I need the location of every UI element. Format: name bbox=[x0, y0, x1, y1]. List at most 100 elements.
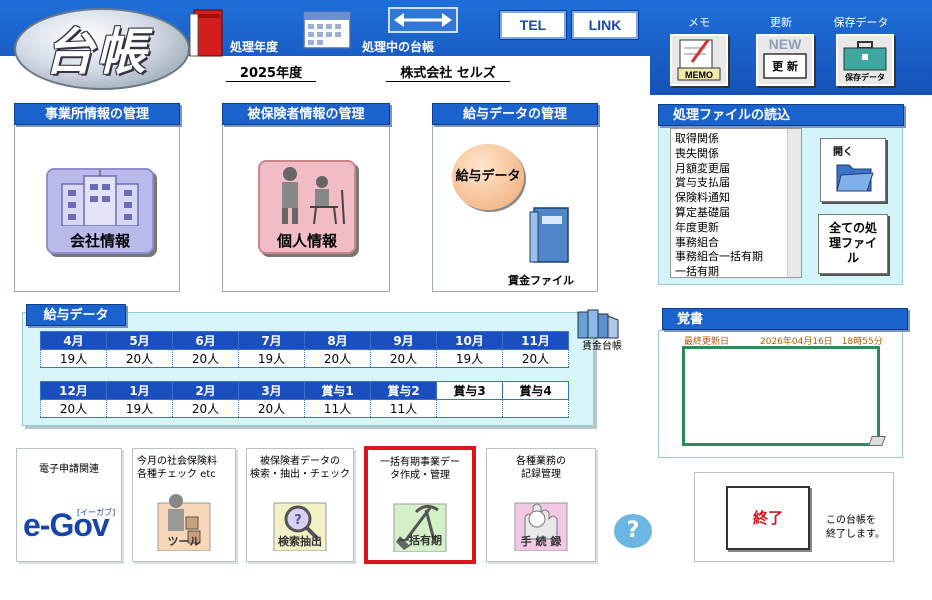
file-list-item[interactable]: 事務組合一括有期 bbox=[671, 250, 801, 265]
ledger-book-icon[interactable] bbox=[188, 8, 228, 58]
current-ledger-value: 株式会社 セルズ bbox=[386, 62, 510, 82]
row1-month-header[interactable]: 6月 bbox=[172, 331, 239, 350]
file-load-title: 処理ファイルの読込 bbox=[658, 104, 904, 126]
row2-month-header[interactable]: 3月 bbox=[238, 381, 305, 400]
row2-month-header[interactable]: 1月 bbox=[106, 381, 173, 400]
update-icon-text: 更 新 bbox=[772, 59, 798, 73]
personal-info-button[interactable]: 個人情報 bbox=[258, 160, 356, 254]
file-list-item[interactable]: 取得関係 bbox=[671, 132, 801, 147]
wage-file-label: 賃金ファイル bbox=[508, 274, 574, 287]
update-new-icon: NEW 更 新 bbox=[763, 36, 807, 79]
help-button[interactable]: ? bbox=[614, 514, 652, 548]
row2-month-count[interactable]: 11人 bbox=[370, 399, 437, 418]
search-extract-card[interactable]: 被保険者データの 検索・抽出・チェック ? 検索抽出 bbox=[246, 448, 354, 562]
row2-month-count[interactable]: 20人 bbox=[172, 399, 239, 418]
memo-textarea[interactable] bbox=[682, 346, 880, 446]
bulk-term-label: 一括有期 bbox=[398, 534, 442, 547]
salary-data-title: 給与データ bbox=[26, 304, 126, 326]
salary-mgmt-panel-title: 給与データの管理 bbox=[432, 103, 598, 125]
double-arrow-icon bbox=[394, 13, 452, 27]
wage-ledger-icon[interactable] bbox=[574, 306, 620, 340]
salary-data-button[interactable]: 給与データ bbox=[452, 144, 524, 210]
end-description: この台帳を 終了します。 bbox=[826, 515, 885, 540]
procedure-log-label: 手 続 録 bbox=[520, 535, 562, 548]
calendar-icon[interactable] bbox=[302, 10, 352, 50]
all-files-button[interactable]: 全ての処 理ファイル bbox=[818, 214, 888, 274]
file-list[interactable]: 取得関係 喪失関係 月額変更届 賞与支払届 保険料通知 算定基礎届 年度更新 事務組合 事務組合… bbox=[670, 128, 802, 278]
search-extract-label: 検索抽出 bbox=[278, 535, 322, 548]
app-window: 台帳 処理年度 2025年度 処理中の台帳 株式会社 セルズ TEL LINK … bbox=[0, 0, 932, 600]
row2-month-count[interactable]: 11人 bbox=[304, 399, 371, 418]
row1-month-header[interactable]: 4月 bbox=[40, 331, 107, 350]
row1-month-header[interactable]: 7月 bbox=[238, 331, 305, 350]
egov-card[interactable]: 電子申請関連 e-Gov [イーガブ] bbox=[16, 448, 122, 562]
row1-month-count[interactable]: 20人 bbox=[370, 349, 437, 368]
folder-open-icon bbox=[836, 164, 874, 192]
procedure-log-card[interactable]: 各種業務の 記録管理 手 続 録 bbox=[486, 448, 596, 562]
row1-month-count[interactable]: 20人 bbox=[172, 349, 239, 368]
save-data-button[interactable]: 保存データ bbox=[836, 34, 894, 86]
row2-month-count[interactable]: 20人 bbox=[40, 399, 107, 418]
building-icon bbox=[61, 164, 139, 227]
file-list-scrollbar[interactable] bbox=[787, 129, 801, 277]
company-info-button[interactable]: 会社情報 bbox=[46, 164, 154, 254]
salary-table-row2: 12月 1月 2月 3月 賞与1 賞与2 賞与3 賞与4 20人 19人 20人 20人 11人 11人 bbox=[40, 381, 569, 418]
search-extract-title: 被保険者データの 検索・抽出・チェック bbox=[250, 456, 350, 480]
wage-file-icon[interactable] bbox=[528, 206, 574, 266]
row1-month-header[interactable]: 9月 bbox=[370, 331, 437, 350]
insured-panel-title: 被保険者情報の管理 bbox=[222, 103, 390, 125]
file-list-item[interactable]: 一括有期 bbox=[671, 265, 801, 280]
save-data-caption: 保存データ bbox=[833, 16, 889, 29]
row2-month-count[interactable]: 20人 bbox=[238, 399, 305, 418]
memo-button[interactable]: MEMO bbox=[670, 34, 728, 86]
row1-month-header[interactable]: 11月 bbox=[502, 331, 569, 350]
row1-month-count[interactable]: 19人 bbox=[40, 349, 107, 368]
open-file-label: 開く bbox=[833, 147, 853, 158]
link-button[interactable]: LINK bbox=[571, 10, 639, 40]
end-button[interactable]: 終了 bbox=[726, 486, 810, 550]
row1-month-count[interactable]: 20人 bbox=[502, 349, 569, 368]
tool-card[interactable]: 今月の社会保険料 各種チェック etc ツール bbox=[132, 448, 236, 562]
row2-month-count[interactable] bbox=[502, 399, 569, 418]
memo-caption: メモ bbox=[688, 16, 710, 29]
row2-month-count[interactable]: 19人 bbox=[106, 399, 173, 418]
current-ledger-label: 処理中の台帳 bbox=[362, 40, 435, 54]
file-list-item[interactable]: 事務組合 bbox=[671, 236, 801, 251]
row1-month-header[interactable]: 8月 bbox=[304, 331, 371, 350]
row1-month-header[interactable]: 10月 bbox=[436, 331, 503, 350]
switch-ledger-arrow-button[interactable] bbox=[388, 7, 458, 33]
row1-month-count[interactable]: 19人 bbox=[238, 349, 305, 368]
procedure-log-title: 各種業務の 記録管理 bbox=[516, 456, 566, 480]
office-panel-title: 事業所情報の管理 bbox=[14, 103, 180, 125]
row2-month-header[interactable]: 2月 bbox=[172, 381, 239, 400]
row2-month-count[interactable] bbox=[436, 399, 503, 418]
file-list-item[interactable]: 算定基礎届 bbox=[671, 206, 801, 221]
row2-month-header[interactable]: 賞与4 bbox=[502, 381, 569, 400]
briefcase-icon: 保存データ bbox=[843, 41, 887, 82]
row1-month-count[interactable]: 20人 bbox=[106, 349, 173, 368]
row2-month-header[interactable]: 賞与1 bbox=[304, 381, 371, 400]
memo-icon-text: MEMO bbox=[685, 70, 713, 80]
file-list-item[interactable]: 年度更新 bbox=[671, 221, 801, 236]
file-list-item[interactable]: 月額変更届 bbox=[671, 162, 801, 177]
tool-card-label: ツール bbox=[167, 535, 201, 548]
update-caption: 更新 bbox=[770, 16, 792, 29]
egov-card-title: 電子申請関連 bbox=[39, 464, 99, 475]
update-button[interactable]: NEW 更 新 bbox=[756, 34, 814, 86]
file-list-item[interactable]: 賞与支払届 bbox=[671, 176, 801, 191]
fiscal-year-value: 2025年度 bbox=[226, 62, 316, 82]
bulk-term-card[interactable]: 一括有期事業デー タ作成・管理 一括有期 bbox=[364, 446, 476, 564]
row1-month-count[interactable]: 20人 bbox=[304, 349, 371, 368]
tel-button[interactable]: TEL bbox=[499, 10, 567, 40]
row2-month-header[interactable]: 賞与2 bbox=[370, 381, 437, 400]
row2-month-header[interactable]: 賞与3 bbox=[436, 381, 503, 400]
file-list-item[interactable]: 保険料通知 bbox=[671, 191, 801, 206]
file-list-item[interactable]: 喪失関係 bbox=[671, 147, 801, 162]
row1-month-header[interactable]: 5月 bbox=[106, 331, 173, 350]
salary-table-row1: 4月 5月 6月 7月 8月 9月 10月 11月 19人 20人 20人 19人 20人 20人 19人… bbox=[40, 331, 569, 368]
row1-month-count[interactable]: 19人 bbox=[436, 349, 503, 368]
people-icon bbox=[282, 167, 345, 225]
row2-month-header[interactable]: 12月 bbox=[40, 381, 107, 400]
open-file-button[interactable]: 開く bbox=[820, 138, 886, 202]
bulk-term-title: 一括有期事業デー タ作成・管理 bbox=[380, 457, 460, 481]
